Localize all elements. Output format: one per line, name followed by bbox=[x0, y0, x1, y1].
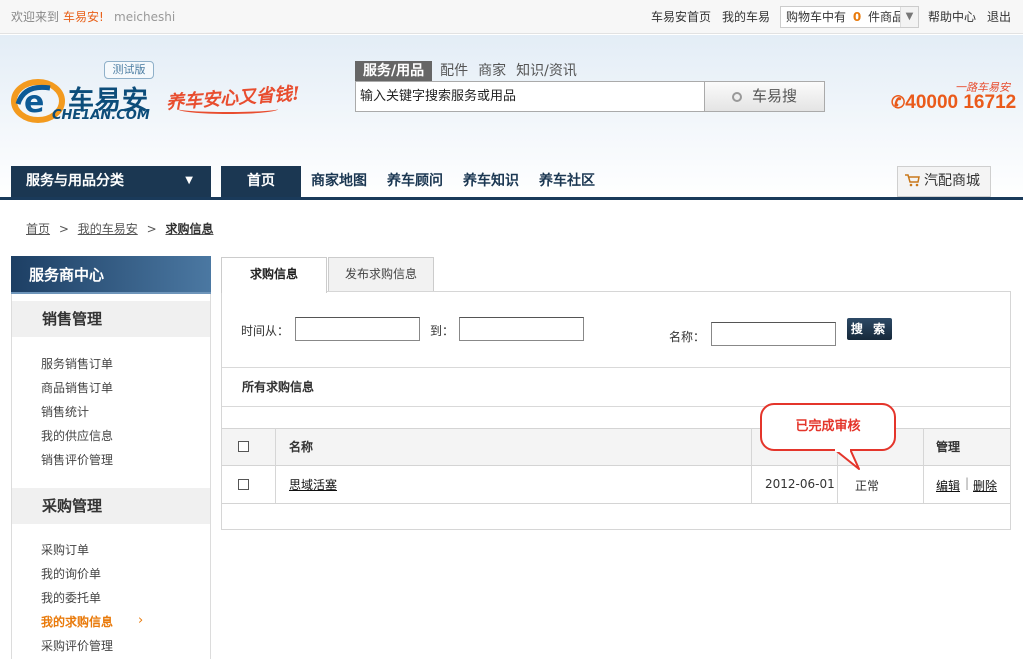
time-from-input[interactable] bbox=[295, 317, 420, 341]
sidebar-item-commissions[interactable]: 我的委托单 bbox=[41, 590, 101, 606]
username: meicheshi bbox=[114, 10, 176, 24]
sidebar-section-sales: 销售管理 bbox=[12, 301, 210, 337]
name-input[interactable] bbox=[711, 322, 836, 346]
time-from-label: 时间从： bbox=[241, 324, 290, 338]
tab-publish-purchase[interactable]: 发布求购信息 bbox=[328, 257, 434, 292]
name-label: 名称： bbox=[669, 330, 706, 344]
search-button[interactable]: 车易搜 bbox=[704, 81, 825, 112]
logo-domain: CHE1AN.COM bbox=[52, 108, 150, 123]
column-header-manage: 管理 bbox=[936, 440, 961, 454]
row-checkbox[interactable] bbox=[238, 479, 249, 490]
row-delete-link[interactable]: 删除 bbox=[973, 477, 997, 494]
search-tab-parts[interactable]: 配件 bbox=[440, 61, 468, 81]
filter-search-button[interactable]: 搜 索 bbox=[847, 318, 892, 340]
breadcrumb-current[interactable]: 求购信息 bbox=[165, 222, 213, 236]
main-nav: 首页 商家地图 养车顾问 养车知识 养车社区 bbox=[221, 166, 605, 198]
hotline: ✆40000 16712 bbox=[891, 92, 1016, 114]
sidebar-item-sales-stats[interactable]: 销售统计 bbox=[41, 404, 89, 420]
nav-community[interactable]: 养车社区 bbox=[529, 166, 605, 198]
help-link[interactable]: 帮助中心 bbox=[928, 9, 976, 25]
nav-home[interactable]: 首页 bbox=[221, 166, 301, 198]
category-label: 服务与用品分类 bbox=[26, 173, 124, 189]
sidebar-item-inquiries[interactable]: 我的询价单 bbox=[41, 566, 101, 582]
select-all-checkbox[interactable] bbox=[238, 441, 249, 452]
svg-text:e: e bbox=[24, 85, 44, 120]
cart-prefix: 购物车中有 bbox=[786, 10, 847, 24]
review-complete-callout: 已完成审核 bbox=[760, 403, 896, 451]
sidebar-item-purchase-reviews[interactable]: 采购评价管理 bbox=[41, 638, 113, 654]
caret-down-icon: ▼ bbox=[185, 175, 193, 186]
parts-mall-button[interactable]: 汽配商城 bbox=[897, 166, 991, 197]
edit-label: 编辑 bbox=[936, 479, 961, 493]
divider bbox=[222, 367, 1010, 368]
mall-label: 汽配商城 bbox=[924, 173, 980, 189]
cart-icon bbox=[905, 174, 920, 187]
nav-divider bbox=[0, 197, 1023, 200]
row-name: 思域活塞 bbox=[289, 478, 338, 492]
nav-shop-map[interactable]: 商家地图 bbox=[301, 166, 377, 198]
delete-label: 删除 bbox=[973, 479, 998, 493]
sidebar-section-purchase: 采购管理 bbox=[12, 488, 210, 524]
sidebar-item-supply-info[interactable]: 我的供应信息 bbox=[41, 428, 113, 444]
section-title: 所有求购信息 bbox=[242, 380, 315, 394]
row-edit-link[interactable]: 编辑 bbox=[936, 477, 960, 494]
search-tabs: 服务/用品 配件 商家 知识/资讯 bbox=[355, 61, 587, 81]
category-menu[interactable]: 服务与用品分类 ▼ bbox=[11, 166, 211, 198]
search-tab-service[interactable]: 服务/用品 bbox=[355, 61, 433, 81]
time-to-label: 到： bbox=[430, 324, 455, 338]
logout-link[interactable]: 退出 bbox=[987, 9, 1011, 25]
search-icon bbox=[731, 92, 742, 102]
cart-suffix: 件商品 bbox=[868, 10, 905, 24]
row-status: 正常 bbox=[855, 479, 880, 493]
cart-dropdown[interactable]: 购物车中有 0 件商品 ▼ bbox=[780, 6, 919, 28]
column-header-name: 名称 bbox=[289, 440, 314, 454]
site-link[interactable]: 车易安! bbox=[63, 9, 104, 25]
breadcrumb-my-account[interactable]: 我的车易安 bbox=[78, 222, 138, 236]
tab-purchase-info[interactable]: 求购信息 bbox=[221, 257, 327, 293]
sidebar-item-sales-reviews[interactable]: 销售评价管理 bbox=[41, 452, 113, 468]
time-to-input[interactable] bbox=[459, 317, 584, 341]
top-bar: 欢迎来到 车易安! meicheshi 车易安首页 我的车易 购物车中有 0 件… bbox=[0, 0, 1023, 34]
link-separator: | bbox=[965, 476, 970, 490]
breadcrumb: 首页 > 我的车易安 > 求购信息 bbox=[26, 222, 214, 236]
search-tab-knowledge[interactable]: 知识/资讯 bbox=[516, 61, 577, 81]
table-row bbox=[222, 466, 1010, 504]
chevron-right-icon: › bbox=[138, 613, 144, 628]
sidebar-item-purchase-requests[interactable]: 我的求购信息 bbox=[41, 614, 113, 630]
callout-tail bbox=[830, 449, 860, 470]
search-button-label: 车易搜 bbox=[751, 87, 797, 105]
search-tab-shops[interactable]: 商家 bbox=[478, 61, 506, 81]
beta-badge: 测试版 bbox=[104, 61, 154, 79]
breadcrumb-home[interactable]: 首页 bbox=[26, 222, 50, 236]
slogan-underline bbox=[178, 104, 278, 114]
sidebar-item-goods-orders[interactable]: 商品销售订单 bbox=[41, 380, 113, 396]
row-name-link[interactable]: 思域活塞 bbox=[289, 476, 337, 493]
sidebar-item-service-orders[interactable]: 服务销售订单 bbox=[41, 356, 113, 372]
sidebar-item-purchase-orders[interactable]: 采购订单 bbox=[41, 542, 89, 558]
my-account-link[interactable]: 我的车易 bbox=[722, 9, 770, 25]
home-link[interactable]: 车易安首页 bbox=[651, 9, 711, 25]
chevron-down-icon: ▼ bbox=[900, 7, 918, 27]
sidebar-title: 服务商中心 bbox=[11, 256, 211, 294]
cart-count: 0 bbox=[852, 10, 862, 24]
row-date: 2012-06-01 bbox=[765, 477, 835, 491]
nav-car-advisor[interactable]: 养车顾问 bbox=[377, 166, 453, 198]
hotline-number: 40000 16712 bbox=[905, 92, 1017, 113]
search-input[interactable]: 输入关键字搜索服务或用品 bbox=[355, 81, 705, 112]
nav-car-knowledge[interactable]: 养车知识 bbox=[453, 166, 529, 198]
welcome-text: 欢迎来到 bbox=[11, 10, 60, 24]
phone-icon: ✆ bbox=[891, 93, 906, 112]
